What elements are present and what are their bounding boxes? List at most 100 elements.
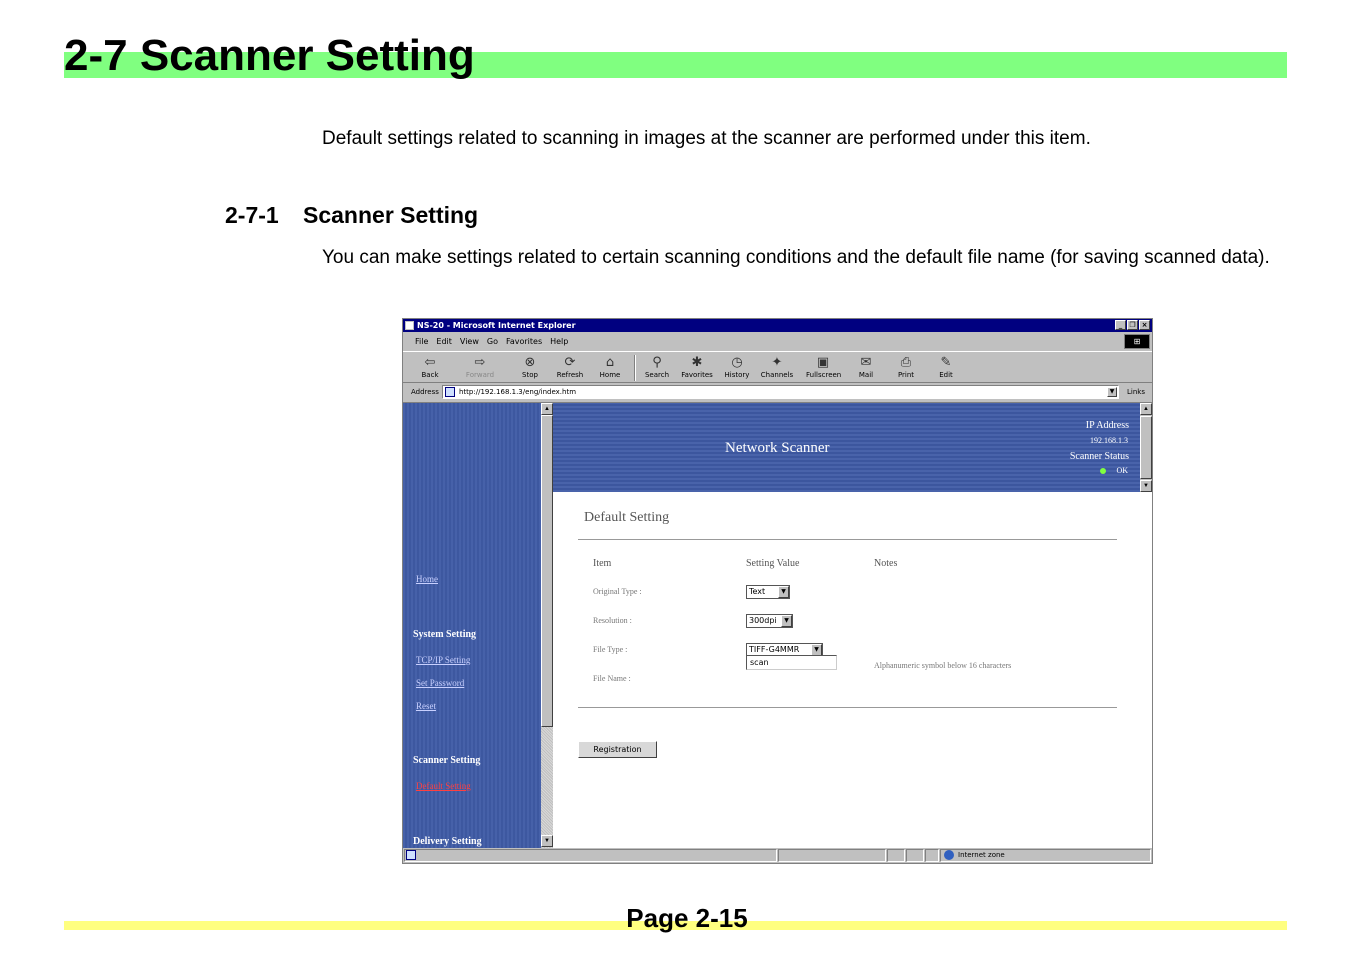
address-bar: Address http://192.168.1.3/eng/index.htm… — [403, 384, 1152, 400]
forward-arrow-icon: ⇨ — [474, 355, 486, 370]
original-type-select[interactable]: Text ▼ — [746, 585, 790, 599]
address-input[interactable]: http://192.168.1.3/eng/index.htm ▼ — [442, 385, 1119, 399]
original-type-value: Text — [749, 587, 766, 596]
address-url: http://192.168.1.3/eng/index.htm — [459, 388, 577, 396]
resolution-select[interactable]: 300dpi ▼ — [746, 614, 793, 628]
ip-address-value: 192.168.1.3 — [1090, 436, 1128, 445]
resolution-label: Resolution : — [593, 616, 632, 625]
page-number-value: 2-15 — [695, 903, 748, 933]
mail-button[interactable]: ✉ Mail — [849, 355, 883, 379]
browser-menubar: File Edit View Go Favorites Help ⊞ — [403, 333, 1152, 350]
toolbar-label: History — [724, 371, 750, 379]
history-icon: ◷ — [731, 355, 743, 370]
browser-content: Home System Setting TCP/IP Setting Set P… — [403, 402, 1152, 849]
favorites-button[interactable]: ✱ Favorites — [680, 355, 714, 379]
refresh-button[interactable]: ⟳ Refresh — [553, 355, 587, 379]
nav-password-link[interactable]: Set Password — [416, 678, 464, 688]
nav-heading-system: System Setting — [413, 629, 477, 640]
fullscreen-button[interactable]: ▣ Fullscreen — [806, 355, 842, 379]
windows-logo-icon: ⊞ — [1124, 334, 1150, 349]
history-button[interactable]: ◷ History — [720, 355, 754, 379]
scroll-up-icon[interactable]: ▲ — [541, 403, 553, 415]
status-panel — [778, 849, 886, 862]
search-icon: ⚲ — [652, 355, 662, 370]
links-button[interactable]: Links — [1127, 388, 1145, 396]
file-name-label: File Name : — [593, 674, 631, 683]
address-label: Address — [411, 388, 439, 396]
scroll-down-icon[interactable]: ▼ — [541, 835, 553, 847]
status-panel — [887, 849, 905, 862]
page-icon — [445, 387, 455, 397]
nav-default-setting-link[interactable]: Default Setting — [416, 781, 471, 791]
menu-go[interactable]: Go — [487, 337, 498, 346]
stop-icon: ⊗ — [524, 355, 536, 370]
column-header-notes: Notes — [874, 558, 898, 569]
menu-favorites[interactable]: Favorites — [506, 337, 542, 346]
channels-button[interactable]: ✦ Channels — [760, 355, 794, 379]
fullscreen-icon: ▣ — [816, 355, 830, 370]
close-icon[interactable]: × — [1139, 320, 1150, 330]
registration-button[interactable]: Registration — [578, 741, 657, 758]
toolbar-label: Back — [421, 371, 439, 379]
page-title: 2-7 Scanner Setting — [64, 31, 475, 80]
refresh-icon: ⟳ — [564, 355, 576, 370]
browser-statusbar: Internet zone — [403, 848, 1152, 863]
toolbar-label: Fullscreen — [806, 371, 842, 379]
toolbar-label: Home — [599, 371, 621, 379]
toolbar-label: Mail — [858, 371, 874, 379]
internet-globe-icon — [944, 850, 954, 860]
file-name-input[interactable]: scan — [746, 655, 837, 670]
edit-icon: ✎ — [940, 355, 952, 370]
edit-button[interactable]: ✎ Edit — [929, 355, 963, 379]
nav-home-link[interactable]: Home — [416, 574, 438, 584]
scroll-thumb[interactable] — [1140, 416, 1152, 479]
toolbar-label: Print — [897, 371, 915, 379]
scroll-thumb[interactable] — [541, 415, 553, 727]
home-button[interactable]: ⌂ Home — [593, 355, 627, 379]
window-controls: _ ❐ × — [1115, 320, 1150, 330]
back-arrow-icon: ⇦ — [424, 355, 436, 370]
chevron-down-icon[interactable]: ▼ — [778, 586, 789, 598]
nav-frame: Home System Setting TCP/IP Setting Set P… — [403, 403, 553, 849]
scroll-down-icon[interactable]: ▼ — [1140, 480, 1152, 492]
status-panel — [906, 849, 924, 862]
forward-button[interactable]: ⇨ Forward — [463, 355, 497, 379]
nav-tcpip-link[interactable]: TCP/IP Setting — [416, 655, 470, 665]
print-button[interactable]: ⎙ Print — [889, 355, 923, 379]
ip-address-label: IP Address — [1085, 420, 1129, 431]
toolbar-label: Forward — [465, 371, 495, 379]
search-button[interactable]: ⚲ Search — [640, 355, 674, 379]
security-zone-label: Internet zone — [958, 851, 1005, 859]
favorites-icon: ✱ — [691, 355, 703, 370]
nav-reset-link[interactable]: Reset — [416, 701, 436, 711]
restore-icon[interactable]: ❐ — [1127, 320, 1138, 330]
toolbar-label: Stop — [522, 371, 538, 379]
chevron-down-icon[interactable]: ▼ — [1107, 387, 1117, 397]
divider — [578, 539, 1117, 540]
browser-toolbar: ⇦ Back ⇨ Forward ⊗ Stop ⟳ Refresh ⌂ Home ⚲ Sea… — [403, 351, 1152, 383]
chevron-down-icon[interactable]: ▼ — [781, 615, 792, 627]
browser-window-title: NS-20 - Microsoft Internet Explorer — [417, 321, 576, 330]
back-button[interactable]: ⇦ Back — [413, 355, 447, 379]
toolbar-label: Refresh — [556, 371, 584, 379]
subsection-title: Scanner Setting — [303, 202, 479, 228]
nav-scrollbar[interactable]: ▲ ▼ — [541, 403, 553, 849]
menu-view[interactable]: View — [460, 337, 479, 346]
stop-button[interactable]: ⊗ Stop — [513, 355, 547, 379]
scanner-status-label: Scanner Status — [1069, 451, 1129, 462]
column-header-value: Setting Value — [746, 558, 800, 569]
ie-app-icon — [405, 321, 414, 330]
menu-file[interactable]: File — [415, 337, 428, 346]
print-icon: ⎙ — [900, 355, 912, 370]
main-frame: Network Scanner IP Address 192.168.1.3 S… — [553, 403, 1152, 849]
scroll-up-icon[interactable]: ▲ — [1140, 403, 1152, 415]
nav-heading-scanner: Scanner Setting — [413, 755, 481, 766]
menu-help[interactable]: Help — [550, 337, 568, 346]
minimize-icon[interactable]: _ — [1115, 320, 1126, 330]
page-number: Page 2-15 — [0, 902, 1352, 934]
browser-window-screenshot: NS-20 - Microsoft Internet Explorer _ ❐ … — [402, 318, 1153, 864]
toolbar-label: Favorites — [681, 371, 713, 379]
mail-icon: ✉ — [860, 355, 872, 370]
banner-scrollbar[interactable]: ▲ ▼ — [1140, 403, 1152, 492]
menu-edit[interactable]: Edit — [436, 337, 452, 346]
